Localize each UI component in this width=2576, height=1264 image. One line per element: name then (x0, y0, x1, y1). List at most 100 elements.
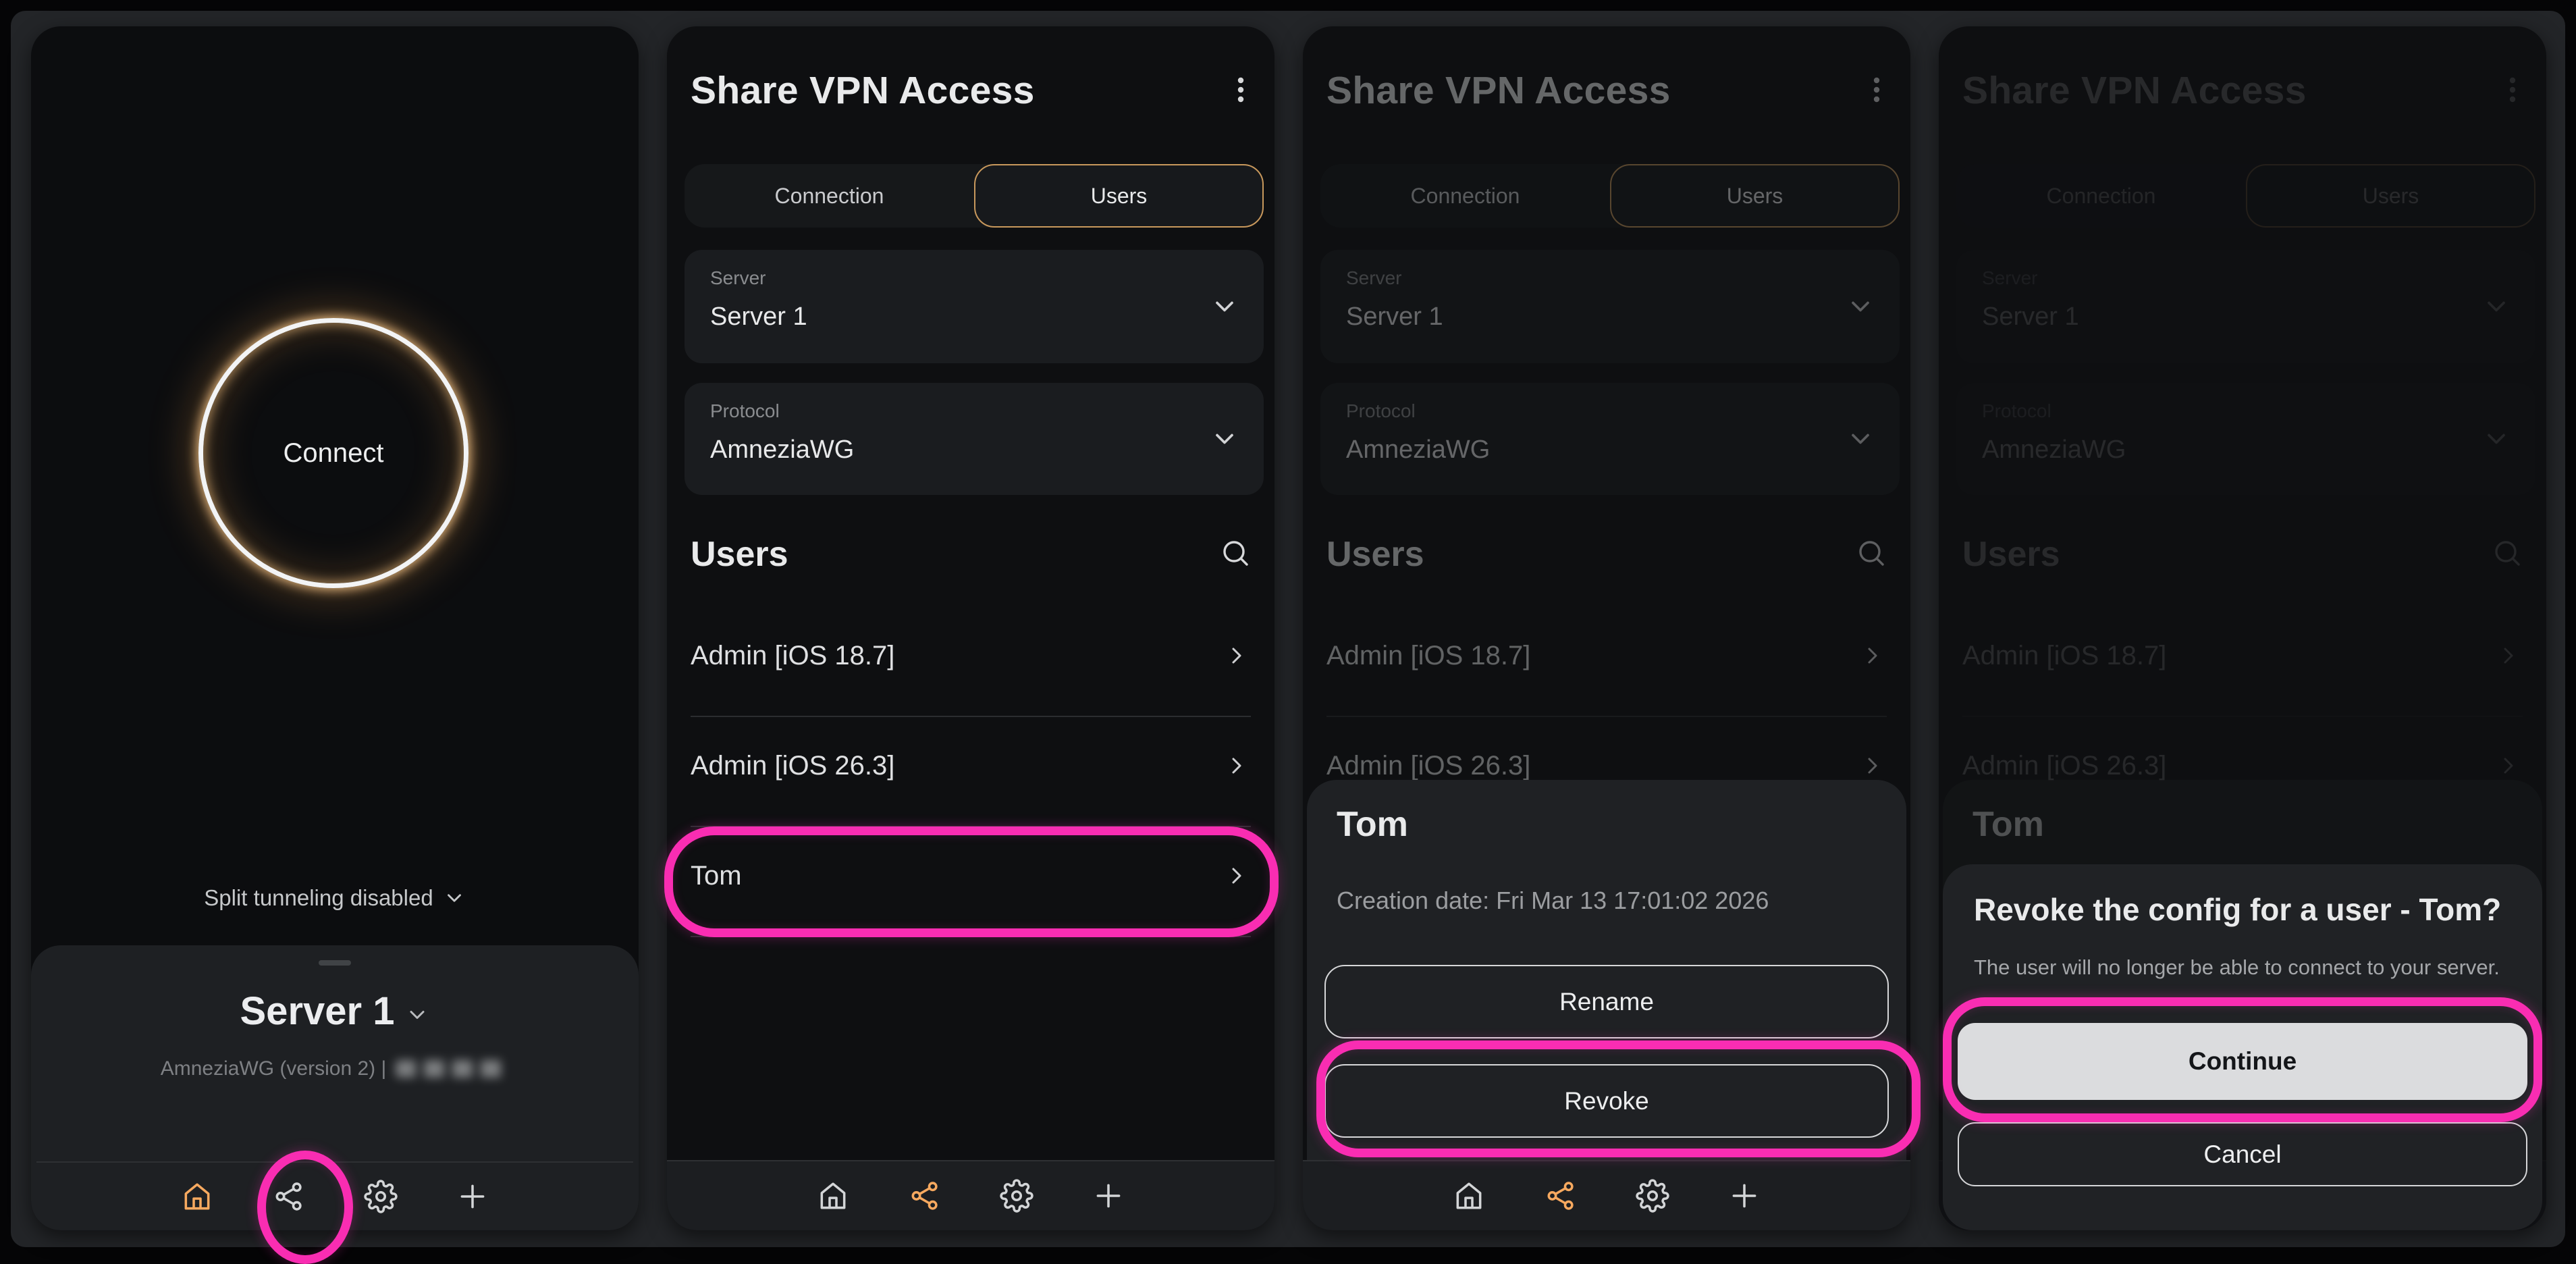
split-tunneling-toggle[interactable]: Split tunneling disabled (31, 885, 639, 911)
sheet-creation-date: Creation date: Fri Mar 13 17:01:02 2026 (1337, 887, 1769, 915)
server-dropdown: Server Server 1 (1956, 250, 2535, 363)
chevron-down-icon (2481, 424, 2511, 454)
sheet-drag-handle[interactable] (319, 960, 351, 966)
page-title: Share VPN Access (1326, 68, 1671, 113)
tab-users[interactable]: Users (974, 164, 1264, 228)
phone-screen-share-users: Share VPN Access Connection Users Server… (667, 26, 1274, 1230)
protocol-dropdown-value: AmneziaWG (1982, 436, 2126, 465)
server-meta-line: AmneziaWG (version 2) | (31, 1057, 639, 1080)
share-icon[interactable] (908, 1179, 942, 1213)
tab-bar: Connection Users (1956, 164, 2535, 228)
search-icon[interactable] (1219, 537, 1252, 569)
protocol-dropdown: Protocol AmneziaWG (1320, 383, 1900, 495)
search-icon (2491, 537, 2523, 569)
protocol-dropdown-label: Protocol (1982, 400, 2051, 422)
home-icon[interactable] (180, 1180, 214, 1213)
tab-connection[interactable]: Connection (685, 164, 974, 228)
server-meta-text: AmneziaWG (version 2) | (161, 1057, 387, 1080)
bottom-nav (667, 1160, 1274, 1230)
cancel-button[interactable]: Cancel (1958, 1122, 2527, 1186)
chevron-down-icon (405, 1003, 429, 1027)
home-icon[interactable] (1452, 1179, 1486, 1213)
server-dropdown-value: Server 1 (710, 302, 807, 332)
user-row[interactable]: Admin [iOS 18.7] (691, 625, 1254, 686)
row-divider (1326, 716, 1887, 717)
protocol-dropdown-label: Protocol (1346, 400, 1416, 422)
annotation-highlight-continue-button (1943, 997, 2542, 1122)
tab-connection: Connection (1956, 164, 2246, 228)
chevron-right-icon (1859, 642, 1886, 669)
server-dropdown[interactable]: Server Server 1 (685, 250, 1264, 363)
user-row-label: Admin [iOS 26.3] (691, 751, 894, 781)
page-title: Share VPN Access (1962, 68, 2307, 113)
chevron-down-icon (1846, 292, 1875, 321)
tab-bar: Connection Users (685, 164, 1264, 228)
users-heading: Users (1326, 534, 1424, 575)
user-row[interactable]: Admin [iOS 26.3] (691, 735, 1254, 796)
chevron-right-icon (1223, 752, 1250, 779)
tab-connection: Connection (1320, 164, 1610, 228)
protocol-dropdown-value: AmneziaWG (710, 436, 854, 465)
server-dropdown-value: Server 1 (1346, 302, 1443, 332)
home-icon[interactable] (816, 1179, 850, 1213)
plus-icon[interactable] (1092, 1179, 1125, 1213)
users-heading: Users (691, 534, 788, 575)
dialog-subtitle: The user will no longer be able to conne… (1974, 955, 2522, 980)
redacted-ip-blur (396, 1060, 509, 1078)
gear-icon[interactable] (1000, 1179, 1034, 1213)
page-title: Share VPN Access (691, 68, 1035, 113)
split-tunneling-label: Split tunneling disabled (204, 885, 433, 911)
chevron-down-icon (2481, 292, 2511, 321)
chevron-down-icon (1210, 424, 1239, 454)
kebab-menu-icon[interactable] (1222, 71, 1260, 109)
row-divider (691, 716, 1251, 717)
screenshot-montage: Connect Split tunneling disabled Server … (11, 11, 2565, 1247)
annotation-highlight-share-icon (257, 1151, 353, 1264)
search-icon (1855, 537, 1887, 569)
user-row-label: Admin [iOS 18.7] (1326, 641, 1530, 671)
protocol-dropdown-label: Protocol (710, 400, 780, 422)
tab-users: Users (2246, 164, 2535, 228)
row-divider (1962, 716, 2523, 717)
user-row-label: Admin [iOS 18.7] (691, 641, 894, 671)
user-row-label: Admin [iOS 26.3] (1962, 751, 2166, 781)
kebab-menu-icon (2494, 71, 2531, 109)
share-icon[interactable] (1544, 1179, 1578, 1213)
connect-button[interactable]: Connect (198, 318, 468, 588)
protocol-dropdown-value: AmneziaWG (1346, 436, 1490, 465)
users-heading: Users (1962, 534, 2060, 575)
bottom-nav (1303, 1160, 1910, 1230)
tab-bar: Connection Users (1320, 164, 1900, 228)
server-selector[interactable]: Server 1 (31, 989, 639, 1034)
user-row: Admin [iOS 18.7] (1962, 625, 2526, 686)
chevron-down-icon (1846, 424, 1875, 454)
chevron-right-icon (1859, 752, 1886, 779)
server-dropdown-label: Server (710, 267, 766, 289)
server-dropdown-value: Server 1 (1982, 302, 2079, 332)
chevron-down-icon (1210, 292, 1239, 321)
server-dropdown-label: Server (1982, 267, 2037, 289)
plus-icon[interactable] (1727, 1179, 1761, 1213)
user-row-label: Admin [iOS 26.3] (1326, 751, 1530, 781)
protocol-dropdown: Protocol AmneziaWG (1956, 383, 2535, 495)
tab-users: Users (1610, 164, 1900, 228)
protocol-dropdown[interactable]: Protocol AmneziaWG (685, 383, 1264, 495)
user-row: Admin [iOS 18.7] (1326, 625, 1890, 686)
chevron-down-icon (443, 887, 466, 910)
server-dropdown: Server Server 1 (1320, 250, 1900, 363)
annotation-highlight-tom-row (664, 826, 1279, 937)
chevron-right-icon (1223, 642, 1250, 669)
sheet-user-name: Tom (1973, 804, 2044, 845)
gear-icon[interactable] (1636, 1179, 1669, 1213)
server-dropdown-label: Server (1346, 267, 1401, 289)
plus-icon[interactable] (456, 1180, 489, 1213)
kebab-menu-icon (1858, 71, 1896, 109)
chevron-right-icon (2495, 752, 2522, 779)
dialog-title: Revoke the config for a user - Tom? (1974, 891, 2515, 928)
annotation-highlight-revoke-button (1316, 1041, 1921, 1157)
user-row-label: Admin [iOS 18.7] (1962, 641, 2166, 671)
gear-icon[interactable] (364, 1180, 398, 1213)
connect-button-label: Connect (284, 438, 384, 469)
rename-button[interactable]: Rename (1324, 965, 1889, 1038)
phone-screen-connect: Connect Split tunneling disabled Server … (31, 26, 639, 1230)
